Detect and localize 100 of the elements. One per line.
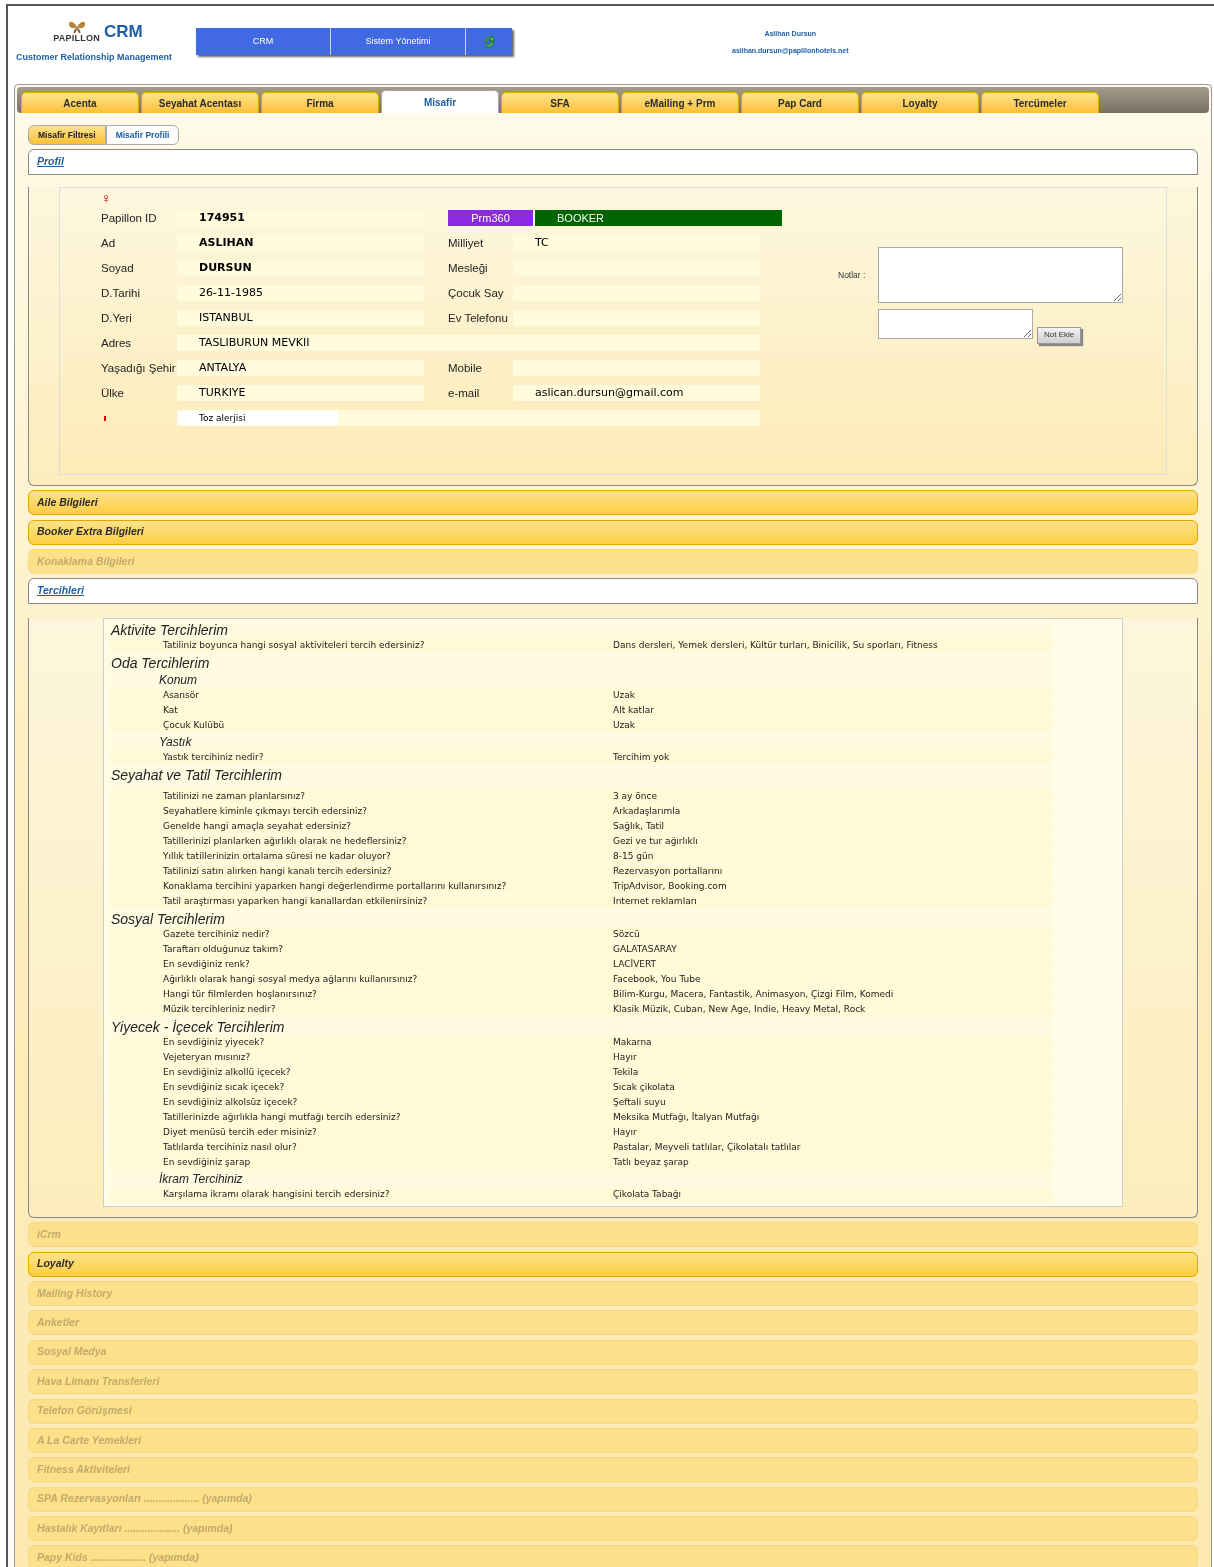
tab[interactable]: Tercümeler	[981, 92, 1099, 113]
tab[interactable]: Firma	[261, 92, 379, 113]
question-text: Yıllık tatillerinizin ortalama süresi ne kadar oluyor?	[162, 850, 392, 864]
section-header[interactable]: Tercihleri	[28, 577, 1198, 604]
section-header[interactable]: Loyalty	[28, 1251, 1198, 1277]
answer-text: 3 ay önce	[613, 790, 657, 804]
section-header[interactable]: Aile Bilgileri	[28, 490, 1198, 516]
question-text: Gazete tercihiniz nedir?	[162, 928, 271, 942]
group-title: Sosyal Tercihlerim	[111, 909, 226, 928]
group-title: Yiyecek - İçecek Tercihlerim	[111, 1017, 286, 1036]
question-text: Karşılama ikramı olarak hangisini tercih edersiniz?	[162, 1188, 391, 1202]
question-text: Tatilinizi satın alırken hangi kanalı tercih edersiniz?	[162, 865, 393, 879]
question-text: Tatlılarda tercihiniz nasıl olur?	[162, 1141, 298, 1155]
nav-button[interactable]: Sistem Yönetimi	[331, 28, 466, 55]
answer-text: LACİVERT	[613, 958, 657, 972]
field-label: Ülke	[101, 385, 125, 401]
section-header[interactable]: Profil	[28, 148, 1198, 175]
note-input[interactable]	[878, 308, 1033, 339]
question-text: Taraftarı olduğunuz takım?	[162, 943, 284, 957]
question-text: Tatiliniz boyunca hangi sosyal aktiviteleri tercih edersiniz?	[162, 639, 426, 653]
field-label: Ev Telefonu	[448, 310, 509, 326]
answer-text: 8-15 gün	[613, 850, 654, 864]
answer-text: Pastalar, Meyveli tatlılar, Çikolatalı tatlılar	[613, 1141, 801, 1155]
question-text: En sevdiğiniz yiyecek?	[162, 1036, 266, 1050]
subtab[interactable]: Misafir Profili	[105, 125, 180, 145]
field-label: Mobile	[448, 360, 483, 376]
butterfly-logo-icon	[66, 20, 87, 34]
question-text: En sevdiğiniz sıcak içecek?	[162, 1081, 286, 1095]
value-field: TURKIYE	[177, 385, 424, 402]
answer-text: Hayır	[613, 1051, 637, 1065]
answer-text: Tekila	[613, 1066, 639, 1080]
question-text: Yastık tercihiniz nedir?	[162, 751, 265, 765]
tab[interactable]: Misafir	[381, 90, 499, 113]
notes-textarea[interactable]	[878, 246, 1123, 303]
refresh-button[interactable]	[466, 28, 512, 55]
badge: BOOKER	[535, 210, 782, 227]
question-text: Tatil araştırması yaparken hangi kanallardan etkilenirsiniz?	[162, 895, 429, 909]
value-field: ISTANBUL	[177, 310, 424, 327]
subgroup-title: Konum	[158, 671, 199, 689]
field-label: e-mail	[448, 385, 481, 401]
group-title: Oda Tercihlerim	[111, 653, 211, 672]
tab[interactable]: eMailing + Prm	[621, 92, 739, 113]
value-field: aslican.dursun@gmail.com	[513, 385, 760, 402]
answer-text: Makarna	[613, 1036, 652, 1050]
question-text: En sevdiğiniz şarap	[162, 1156, 252, 1170]
product-name: CRM	[103, 23, 143, 40]
badge: Prm360	[448, 210, 533, 227]
field-label: Yaşadığı Şehir	[101, 360, 177, 376]
field-label: Milliyet	[448, 235, 485, 251]
answer-text: GALATASARAY	[613, 943, 677, 957]
tab[interactable]: Acenta	[21, 92, 139, 113]
answer-text: Alt katlar	[613, 704, 654, 718]
answer-text: TripAdvisor, Booking.com	[613, 880, 727, 894]
answer-text: Sağlık, Tatil	[613, 820, 664, 834]
field-label: D.Yeri	[101, 310, 133, 326]
answer-text: Rezervasyon portallarını	[613, 865, 723, 879]
field-label: Çocuk Say	[448, 285, 505, 301]
answer-text: Uzak	[613, 689, 636, 703]
field-label: D.Tarihi	[101, 285, 141, 301]
female-symbol: ♀	[101, 189, 112, 206]
brand-name: PAPILLON	[53, 34, 100, 43]
tab[interactable]: Loyalty	[861, 92, 979, 113]
answer-text: Çikolata Tabağı	[613, 1188, 682, 1202]
add-note-button[interactable]: Not Ekle	[1037, 326, 1082, 344]
question-text: Ağırlıklı olarak hangi sosyal medya ağlarını kullanırsınız?	[162, 973, 419, 987]
question-text: Çocuk Kulübü	[162, 719, 226, 733]
answer-text: Bilim-Kurgu, Macera, Fantastik, Animasyon, Çizgi Film, Komedi	[613, 988, 894, 1002]
tab[interactable]: Pap Card	[741, 92, 859, 113]
answer-text: Şeftali suyu	[613, 1096, 666, 1110]
answer-text: Dans dersleri, Yemek dersleri, Kültür turları, Binicilik, Su sporları, Fitness	[613, 639, 938, 653]
answer-text: Gezi ve tur ağırlıklı	[613, 835, 698, 849]
answer-text: Uzak	[613, 719, 636, 733]
nav-button[interactable]: CRM	[196, 28, 331, 55]
answer-text: Facebook, You Tube	[613, 973, 701, 987]
question-text: Tatillerinizi planlarken ağırlıklı olarak ne hedeflersiniz?	[162, 835, 408, 849]
tab[interactable]: Seyahat Acentası	[141, 92, 259, 113]
subgroup-title: İkram Tercihiniz	[158, 1170, 244, 1188]
tab[interactable]: SFA	[501, 92, 619, 113]
question-text: Müzik tercihleriniz nedir?	[162, 1003, 277, 1017]
answer-text: Meksika Mutfağı, İtalyan Mutfağı	[613, 1111, 760, 1125]
answer-text: Tercihim yok	[613, 751, 670, 765]
answer-text: Klasik Müzik, Cuban, New Age, Indie, Heavy Metal, Rock	[613, 1003, 866, 1017]
field-label: Mesleği	[448, 260, 489, 276]
subtab[interactable]: Misafir Filtresi	[28, 125, 106, 145]
value-field: ASLIHAN	[177, 235, 424, 252]
section-header[interactable]: Booker Extra Bilgileri	[28, 519, 1198, 545]
allergy-field: Toz alerjisi	[177, 410, 760, 427]
question-text: Konaklama tercihini yaparken hangi değerlendirme portallarını kullanırsınız?	[162, 880, 508, 894]
value-field: TC	[513, 235, 760, 252]
field-label: Papillon ID	[101, 210, 158, 226]
question-text: En sevdiğiniz renk?	[162, 958, 251, 972]
field-label: Soyad	[101, 260, 135, 276]
value-field: TASLIBURUN MEVKII	[177, 335, 760, 352]
question-text: Tatillerinizde ağırlıkla hangi mutfağı tercih edersiniz?	[162, 1111, 402, 1125]
answer-text: Hayır	[613, 1126, 637, 1140]
question-text: Tatilinizi ne zaman planlarsınız?	[162, 790, 307, 804]
question-text: En sevdiğiniz alkollü içecek?	[162, 1066, 292, 1080]
answer-text: Arkadaşlarımla	[613, 805, 681, 819]
question-text: Asansör	[162, 689, 200, 703]
value-field: DURSUN	[177, 260, 424, 277]
